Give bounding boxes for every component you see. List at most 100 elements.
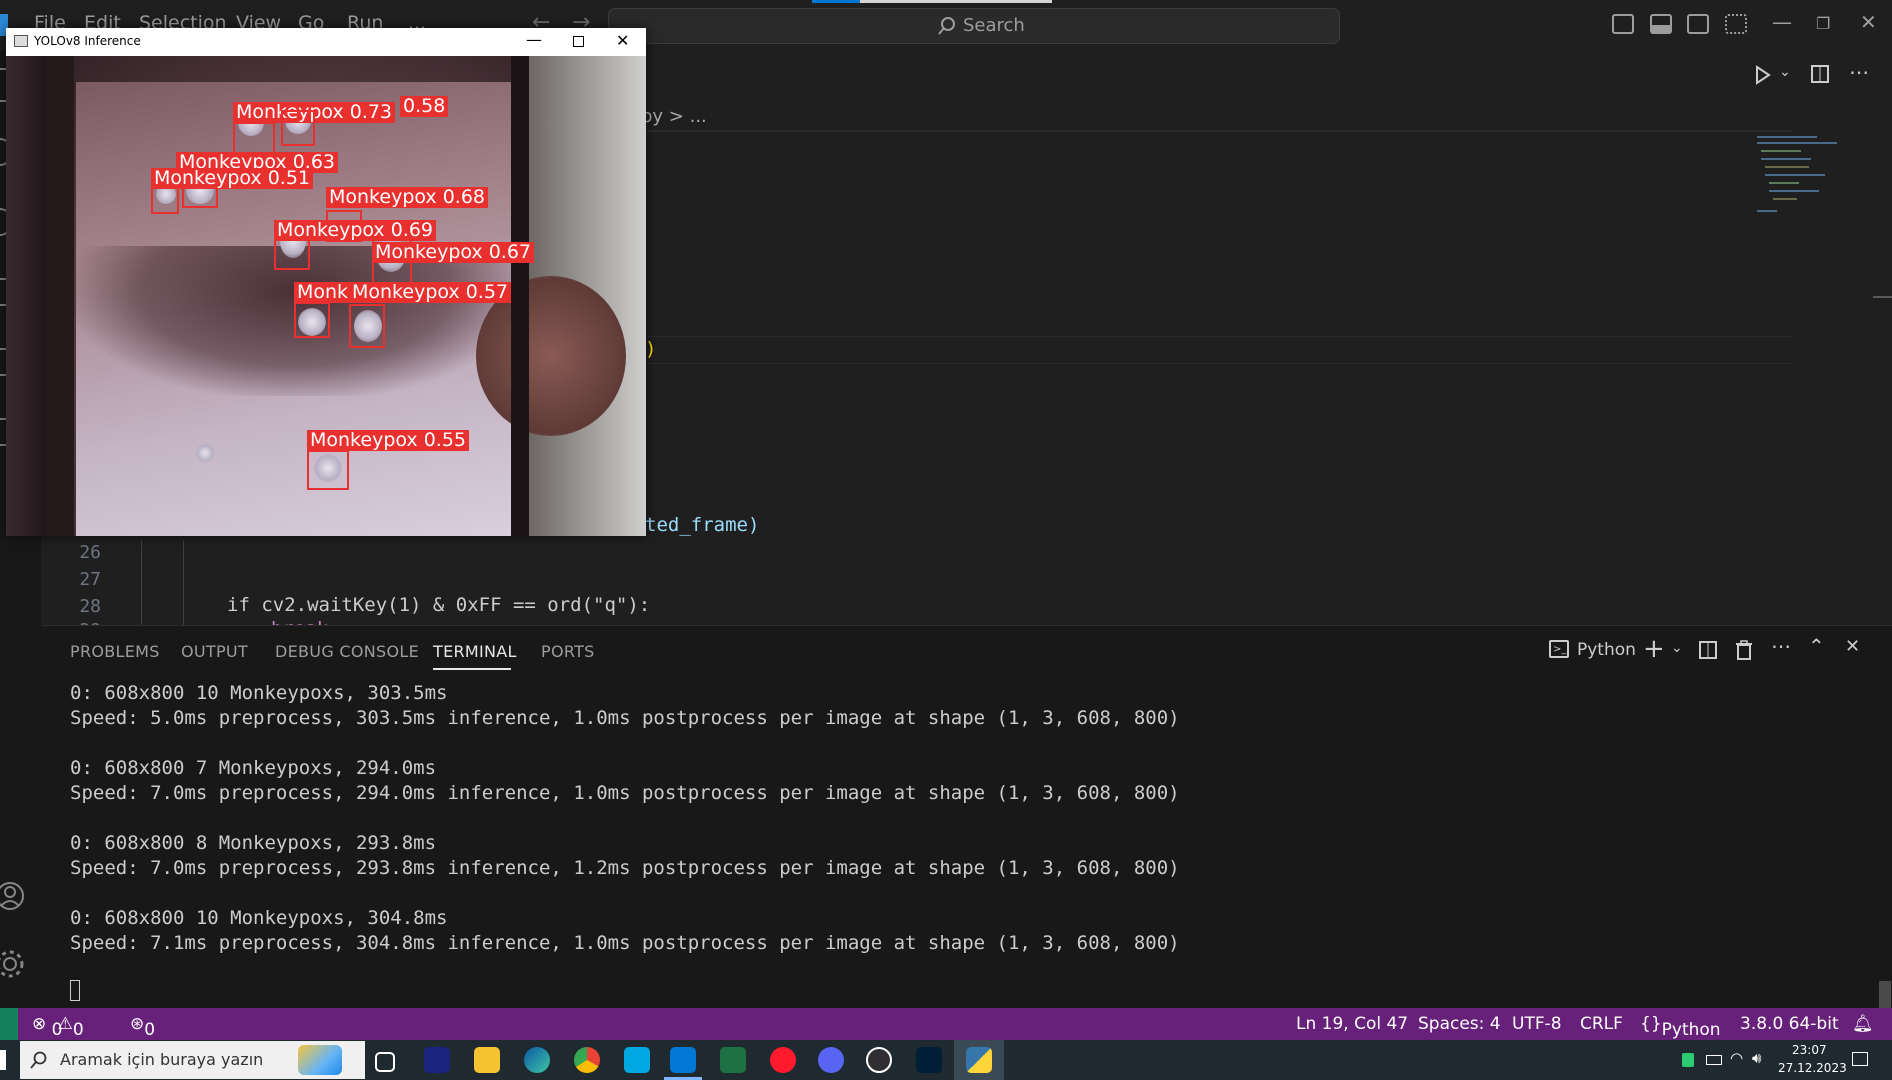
- ports-indicator[interactable]: ⊛ 0: [130, 1014, 155, 1040]
- code-paren: ): [645, 338, 657, 360]
- end-of-line[interactable]: CRLF: [1580, 1014, 1623, 1034]
- taskbar-search-input[interactable]: Aramak için buraya yazın: [20, 1041, 365, 1079]
- indent-guide: [141, 540, 142, 625]
- customize-layout-icon[interactable]: [1725, 14, 1747, 34]
- terminal-output[interactable]: 0: 608x800 10 Monkeypoxs, 303.5ms Speed:…: [41, 626, 1841, 1009]
- detection-box: [294, 302, 330, 338]
- code-break: break: [271, 618, 328, 625]
- security-tray-icon[interactable]: [1682, 1053, 1694, 1067]
- wifi-tray-icon[interactable]: ◠: [1730, 1049, 1743, 1067]
- detection-label: Monkeypox 0.51: [151, 168, 314, 189]
- action-center-icon[interactable]: [1852, 1052, 1868, 1066]
- search-input[interactable]: Search: [608, 8, 1340, 44]
- broadcast-icon: ⊛: [130, 1014, 145, 1034]
- line-number: 28: [79, 596, 101, 617]
- cursor-position[interactable]: Ln 19, Col 47: [1296, 1014, 1408, 1034]
- restore-icon[interactable]: ❐: [1816, 14, 1830, 33]
- warning-icon: ⚠: [57, 1014, 73, 1034]
- terminal-line: Speed: 7.1ms preprocess, 304.8ms inferen…: [70, 932, 1180, 954]
- taskbar-search-placeholder: Aramak için buraya yazın: [60, 1050, 264, 1069]
- terminal-line: 0: 608x800 8 Monkeypoxs, 293.8ms: [70, 832, 437, 854]
- terminal-line: Speed: 7.0ms preprocess, 294.0ms inferen…: [70, 782, 1180, 804]
- editor-scrollbar-thumb[interactable]: [1873, 296, 1892, 298]
- detection-label: Monkeypox 0.68: [326, 187, 489, 208]
- toggle-primary-sidebar-icon[interactable]: [1612, 14, 1634, 34]
- warning-count: 0: [72, 1020, 84, 1040]
- opera-app-icon[interactable]: [770, 1047, 796, 1073]
- detection-box: [281, 110, 315, 146]
- volume-tray-icon[interactable]: 🔊︎: [1752, 1049, 1761, 1067]
- split-editor-icon[interactable]: [1811, 65, 1829, 83]
- language-mode[interactable]: {} Python: [1640, 1014, 1721, 1040]
- remote-indicator[interactable]: [0, 1008, 18, 1040]
- terminal-line: 0: 608x800 7 Monkeypoxs, 294.0ms: [70, 757, 437, 779]
- discord-app-icon[interactable]: [818, 1047, 844, 1073]
- task-view-icon[interactable]: [375, 1052, 395, 1072]
- minimize-icon[interactable]: —: [1772, 10, 1792, 34]
- more-actions-icon[interactable]: ⋯: [1849, 60, 1869, 84]
- toggle-panel-icon[interactable]: [1650, 14, 1672, 34]
- edge-app-icon[interactable]: [524, 1047, 550, 1073]
- run-dropdown-chevron-icon[interactable]: ⌄: [1779, 64, 1791, 80]
- code-processed-frame: ted_frame): [645, 514, 760, 536]
- detection-label: Monkeypox 0.69: [274, 220, 437, 241]
- search-icon: [938, 17, 955, 35]
- start-button-icon[interactable]: [0, 1050, 6, 1070]
- ports-count: 0: [144, 1020, 156, 1040]
- notifications-bell-icon[interactable]: 🔔︎: [1852, 1014, 1874, 1034]
- clock-date[interactable]: 27.12.2023: [1778, 1061, 1847, 1075]
- search-placeholder: Search: [963, 15, 1025, 36]
- yolo-window-title-bar[interactable]: YOLOv8 Inference — ✕: [6, 28, 646, 56]
- clock-time[interactable]: 23:07: [1792, 1043, 1827, 1057]
- detection-label: Monkeypox 0.57: [349, 282, 512, 303]
- search-highlight-illustration-icon: [298, 1045, 342, 1075]
- terminal-scrollbar[interactable]: [1879, 981, 1891, 1009]
- excel-app-icon[interactable]: [720, 1047, 746, 1073]
- status-bar: ⊗ 0 ⚠ 0 ⊛ 0 Ln 19, Col 47 Spaces: 4 UTF-…: [0, 1008, 1892, 1040]
- encoding[interactable]: UTF-8: [1512, 1014, 1562, 1034]
- command-center-accent: [812, 0, 860, 3]
- detection-box: [349, 304, 385, 348]
- yolo-minimize-icon[interactable]: —: [526, 30, 542, 49]
- terminal-line: 0: 608x800 10 Monkeypoxs, 303.5ms: [70, 682, 448, 704]
- line-number: 26: [79, 542, 101, 563]
- breadcrumb[interactable]: py > ...: [641, 106, 707, 127]
- phone-bezel: [511, 56, 529, 536]
- detection-label: Monkeypox 0.55: [307, 430, 470, 451]
- close-panel-icon[interactable]: ✕: [1845, 636, 1860, 657]
- obs-app-icon[interactable]: [866, 1047, 892, 1073]
- language-label: Python: [1661, 1020, 1721, 1040]
- yolo-close-icon[interactable]: ✕: [616, 31, 629, 50]
- breadcrumb-divider: [531, 130, 1791, 132]
- taskbar-search-icon: [30, 1051, 47, 1069]
- indentation[interactable]: Spaces: 4: [1418, 1014, 1501, 1034]
- photoshop-app-icon[interactable]: [916, 1047, 942, 1073]
- file-explorer-app-icon[interactable]: [474, 1047, 500, 1073]
- window-app-icon: [14, 35, 28, 47]
- code-if-waitkey: if cv2.waitKey(1) & 0xFF == ord("q"):: [227, 594, 651, 616]
- account-icon[interactable]: [0, 880, 26, 912]
- python-interpreter[interactable]: 3.8.0 64-bit: [1740, 1014, 1839, 1034]
- chrome-app-icon[interactable]: [574, 1047, 600, 1073]
- error-icon: ⊗: [32, 1014, 47, 1034]
- disney-plus-app-icon[interactable]: [424, 1047, 450, 1073]
- manage-gear-icon[interactable]: [0, 948, 26, 980]
- current-line-highlight: [641, 336, 1793, 364]
- detection-box: [307, 450, 349, 490]
- problems-indicator[interactable]: ⊗ 0 ⚠ 0: [32, 1014, 84, 1040]
- run-python-file-icon[interactable]: [1753, 64, 1773, 86]
- detection-label: Monkeypox 0.67: [372, 242, 535, 263]
- vscode-app-icon[interactable]: [670, 1047, 696, 1073]
- close-window-icon[interactable]: ✕: [1860, 10, 1877, 34]
- yolo-maximize-icon[interactable]: [573, 36, 584, 47]
- yolo-inference-window[interactable]: YOLOv8 Inference — ✕ Monkeypox 0.73 0.58…: [6, 28, 646, 536]
- prime-video-app-icon[interactable]: [624, 1047, 650, 1073]
- terminal-cursor: [70, 980, 80, 1001]
- indent-guide: [183, 540, 184, 625]
- camera-frame: Monkeypox 0.73 0.58 Monkeypox 0.63 Monke…: [6, 56, 646, 536]
- battery-tray-icon[interactable]: [1706, 1055, 1722, 1065]
- line-number: 27: [79, 569, 101, 590]
- toggle-secondary-sidebar-icon[interactable]: [1687, 14, 1709, 34]
- minimap[interactable]: [1753, 130, 1841, 230]
- bottom-panel: PROBLEMS OUTPUT DEBUG CONSOLE TERMINAL P…: [41, 625, 1892, 1009]
